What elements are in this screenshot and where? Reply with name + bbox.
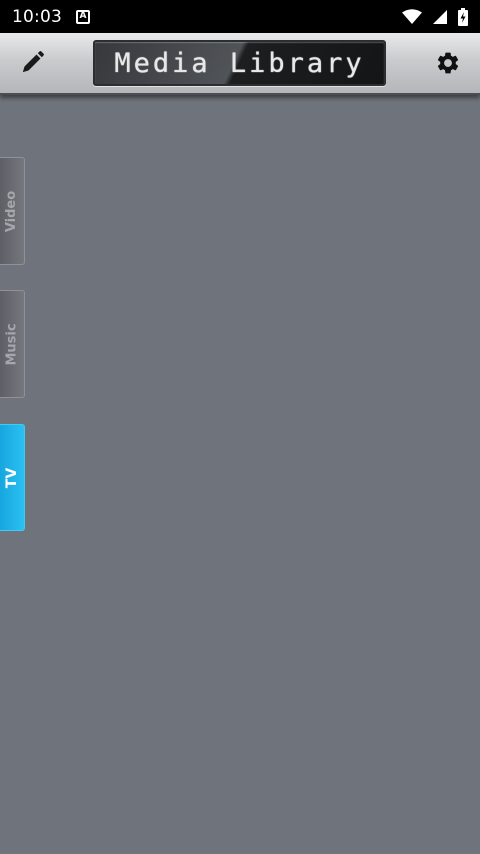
status-bar: 10:03 A xyxy=(0,0,480,33)
settings-button[interactable] xyxy=(432,47,464,79)
battery-charging-icon xyxy=(458,7,468,26)
tab-tv-label: TV xyxy=(3,467,20,488)
tab-music-label: Music xyxy=(4,322,20,366)
edit-button[interactable] xyxy=(16,47,48,79)
gear-icon xyxy=(437,52,459,74)
title-display: Media Library xyxy=(93,40,386,86)
tab-tv[interactable]: TV xyxy=(0,424,25,531)
page-title: Media Library xyxy=(114,47,365,79)
status-icons xyxy=(402,7,468,26)
signal-icon xyxy=(433,9,447,24)
pencil-icon xyxy=(23,51,44,72)
content-area xyxy=(0,95,480,854)
status-time: 10:03 xyxy=(12,6,62,27)
wifi-icon xyxy=(402,8,422,24)
tab-video[interactable]: Video xyxy=(0,157,25,265)
notification-a-icon: A xyxy=(76,9,90,24)
top-toolbar: Media Library xyxy=(0,33,480,95)
notification-a-letter: A xyxy=(79,11,87,21)
tab-music[interactable]: Music xyxy=(0,290,25,398)
tab-video-label: Video xyxy=(4,190,20,232)
